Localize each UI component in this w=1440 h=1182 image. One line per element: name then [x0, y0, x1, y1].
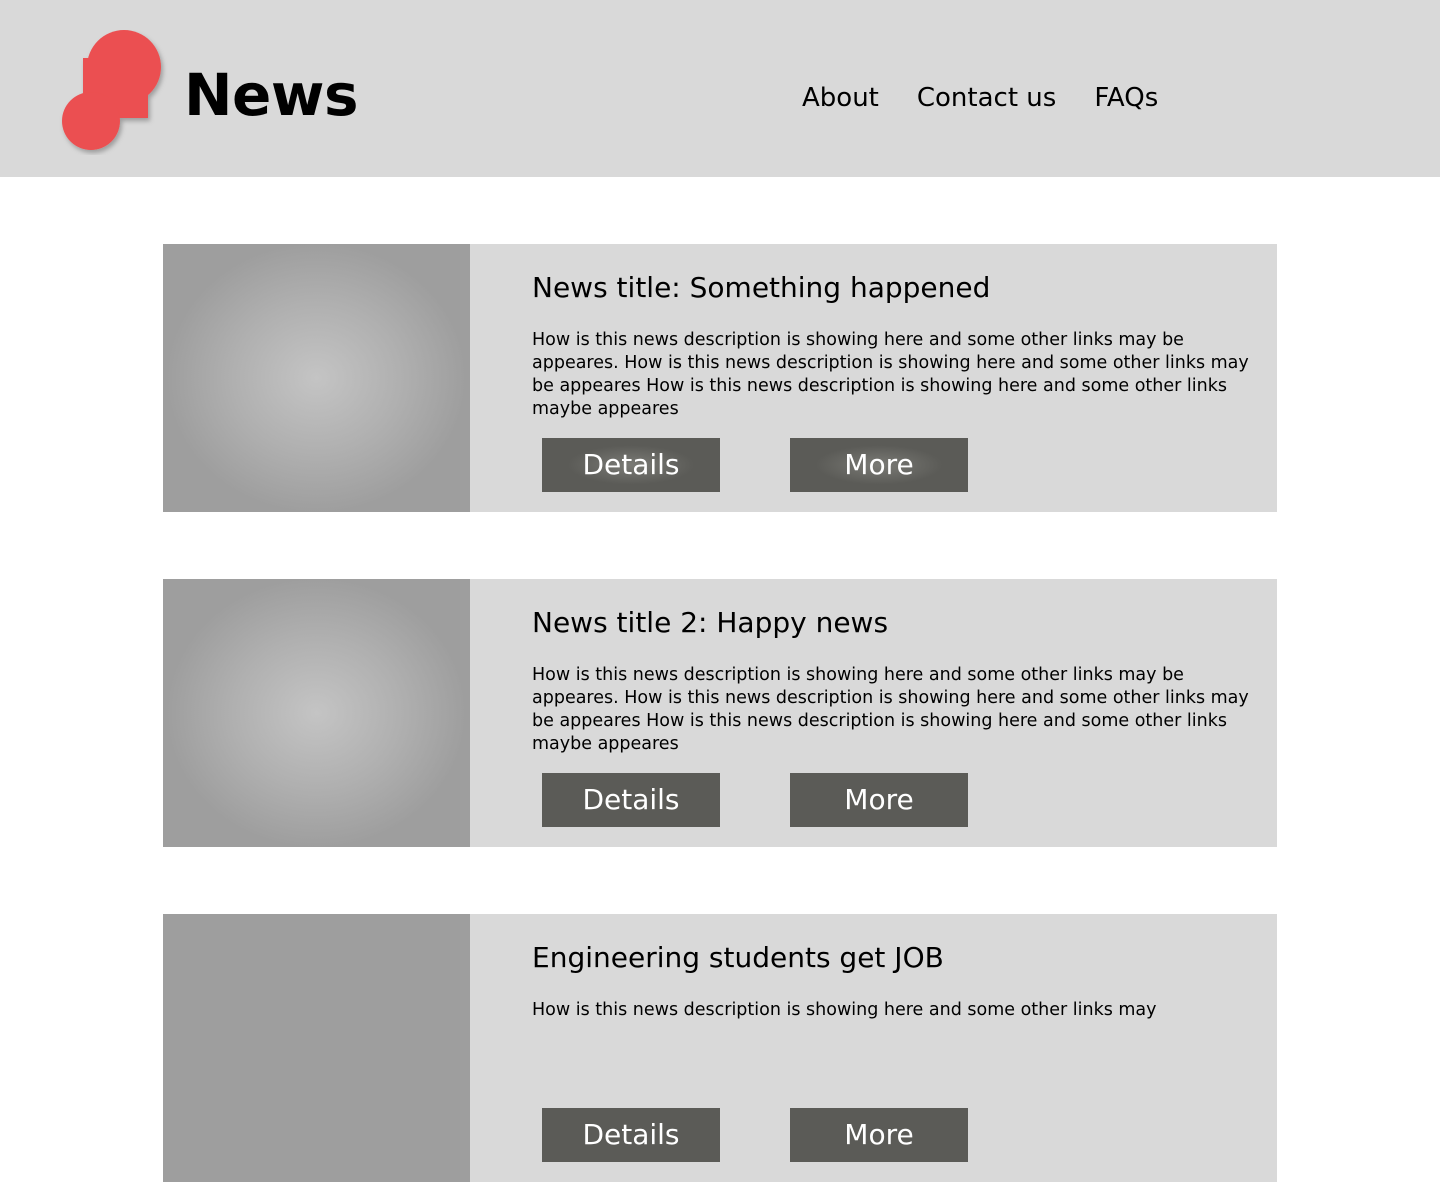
- site-title: News: [184, 61, 358, 129]
- news-card: News title 2: Happy news How is this new…: [163, 579, 1277, 847]
- more-button[interactable]: More: [790, 1108, 968, 1162]
- news-title[interactable]: Engineering students get JOB: [532, 940, 944, 976]
- news-description: How is this news description is showing …: [532, 330, 1249, 419]
- nav-link-contact[interactable]: Contact us: [917, 80, 1056, 116]
- details-button[interactable]: Details: [542, 438, 720, 492]
- news-title[interactable]: News title 2: Happy news: [532, 605, 888, 641]
- site-header: News About Contact us FAQs: [0, 0, 1440, 177]
- news-card: News title: Something happened How is th…: [163, 244, 1277, 512]
- nav-link-about[interactable]: About: [802, 80, 879, 116]
- logo-icon[interactable]: [58, 30, 168, 155]
- news-image-placeholder: [163, 579, 470, 847]
- details-button[interactable]: Details: [542, 773, 720, 827]
- more-button[interactable]: More: [790, 438, 968, 492]
- main-nav: About Contact us FAQs: [802, 80, 1158, 116]
- nav-link-faqs[interactable]: FAQs: [1094, 80, 1158, 116]
- news-description: How is this news description is showing …: [532, 665, 1249, 754]
- news-image-placeholder: [163, 914, 470, 1182]
- more-button[interactable]: More: [790, 773, 968, 827]
- news-card: Engineering students get JOB How is this…: [163, 914, 1277, 1182]
- news-title[interactable]: News title: Something happened: [532, 270, 990, 306]
- details-button[interactable]: Details: [542, 1108, 720, 1162]
- news-description: How is this news description is showing …: [532, 1000, 1157, 1020]
- news-image-placeholder: [163, 244, 470, 512]
